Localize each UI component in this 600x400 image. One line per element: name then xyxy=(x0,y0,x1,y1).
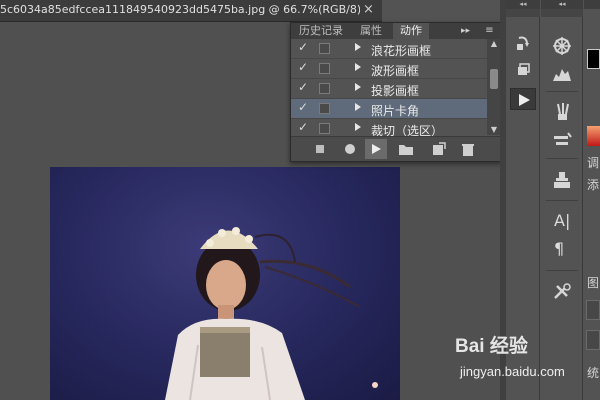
baidu-watermark: Bai 经验 jingyan.baidu.com xyxy=(455,331,595,397)
document-tab[interactable]: 5c6034a85edfccea111849540923dd5475ba.jpg… xyxy=(0,0,382,22)
expand-triangle-icon[interactable] xyxy=(355,83,361,91)
brush-settings-icon[interactable] xyxy=(548,128,576,152)
close-icon[interactable]: × xyxy=(363,2,374,17)
stop-icon[interactable] xyxy=(309,139,331,159)
foreground-color-swatch[interactable] xyxy=(587,49,600,69)
action-row[interactable]: ✓ 浪花形画框 xyxy=(291,39,487,59)
scroll-up-icon[interactable]: ▲ xyxy=(489,39,499,49)
action-label: 浪花形画框 xyxy=(371,44,432,58)
history-icon[interactable] xyxy=(510,32,536,54)
clone-source-icon[interactable] xyxy=(548,168,576,192)
panel-menu-icon[interactable]: ≡ xyxy=(480,24,499,38)
navigator-icon[interactable] xyxy=(548,34,576,58)
character-icon[interactable]: A| xyxy=(548,210,576,234)
dialog-toggle[interactable] xyxy=(319,43,330,54)
histogram-icon[interactable] xyxy=(548,62,576,86)
document-image xyxy=(50,167,400,400)
strip-grip[interactable] xyxy=(506,9,540,17)
panel-label: 调 xyxy=(587,156,600,170)
new-set-icon[interactable] xyxy=(395,139,417,159)
expand-triangle-icon[interactable] xyxy=(355,103,361,111)
record-icon[interactable] xyxy=(339,139,361,159)
action-label: 波形画框 xyxy=(371,64,420,78)
play-icon[interactable] xyxy=(365,139,387,159)
tab-actions[interactable]: 动作 xyxy=(393,23,429,39)
actions-play-icon[interactable] xyxy=(510,88,536,110)
check-icon[interactable]: ✓ xyxy=(298,40,308,54)
column-separator xyxy=(546,91,578,92)
action-row[interactable]: ✓ 裁切（选区） xyxy=(291,119,487,138)
expand-triangle-icon[interactable] xyxy=(355,63,361,71)
tab-history[interactable]: 历史记录 xyxy=(293,23,349,39)
check-icon[interactable]: ✓ xyxy=(298,100,308,114)
watermark-url: jingyan.baidu.com xyxy=(460,364,565,379)
watermark-brand: Bai 经验 xyxy=(455,336,528,357)
collapse-icon[interactable]: ◂◂ xyxy=(541,0,583,9)
dialog-toggle[interactable] xyxy=(319,63,330,74)
tool-presets-icon[interactable] xyxy=(548,280,576,304)
action-row-selected[interactable]: ✓ 照片卡角 xyxy=(291,99,487,119)
new-action-icon[interactable] xyxy=(427,139,449,159)
check-icon[interactable]: ✓ xyxy=(298,120,308,134)
action-label: 照片卡角 xyxy=(371,104,420,118)
action-label: 投影画框 xyxy=(371,84,420,98)
panel-label: 添 xyxy=(587,178,600,192)
tab-properties[interactable]: 属性 xyxy=(351,23,391,39)
column-separator xyxy=(546,270,578,271)
expand-triangle-icon[interactable] xyxy=(355,123,361,131)
actions-panel: 历史记录 属性 动作 ▸▸ ≡ ✓ 浪花形画框 ✓ 波形画框 ✓ 投影画框 ✓ … xyxy=(290,22,502,162)
panel-tab-bar: 历史记录 属性 动作 ▸▸ ≡ xyxy=(291,23,501,39)
actions-footer xyxy=(291,136,501,161)
scroll-down-icon[interactable]: ▼ xyxy=(489,125,499,135)
column-grip[interactable] xyxy=(541,9,583,17)
dialog-toggle[interactable] xyxy=(319,83,330,94)
dialog-toggle[interactable] xyxy=(319,123,330,134)
column-separator xyxy=(546,158,578,159)
document-tab-title: 5c6034a85edfccea111849540923dd5475ba.jpg… xyxy=(0,3,360,16)
panel-field[interactable] xyxy=(586,300,600,320)
layer-comps-icon[interactable] xyxy=(510,60,536,82)
scroll-thumb[interactable] xyxy=(490,69,498,89)
color-gradient-swatch[interactable] xyxy=(587,126,600,146)
panel-label: 图 xyxy=(587,276,600,290)
far-right-header xyxy=(584,0,600,9)
dialog-toggle[interactable] xyxy=(319,103,330,114)
column-separator xyxy=(546,200,578,201)
collapse-icon[interactable]: ◂◂ xyxy=(506,0,540,9)
paragraph-icon[interactable]: ¶ xyxy=(548,238,576,262)
trash-icon[interactable] xyxy=(457,139,479,159)
brush-presets-icon[interactable] xyxy=(548,100,576,124)
panel-expand-icon[interactable]: ▸▸ xyxy=(461,23,470,39)
action-row[interactable]: ✓ 投影画框 xyxy=(291,79,487,99)
expand-triangle-icon[interactable] xyxy=(355,43,361,51)
action-row[interactable]: ✓ 波形画框 xyxy=(291,59,487,79)
actions-scrollbar[interactable]: ▲ ▼ xyxy=(487,39,501,135)
check-icon[interactable]: ✓ xyxy=(298,80,308,94)
check-icon[interactable]: ✓ xyxy=(298,60,308,74)
